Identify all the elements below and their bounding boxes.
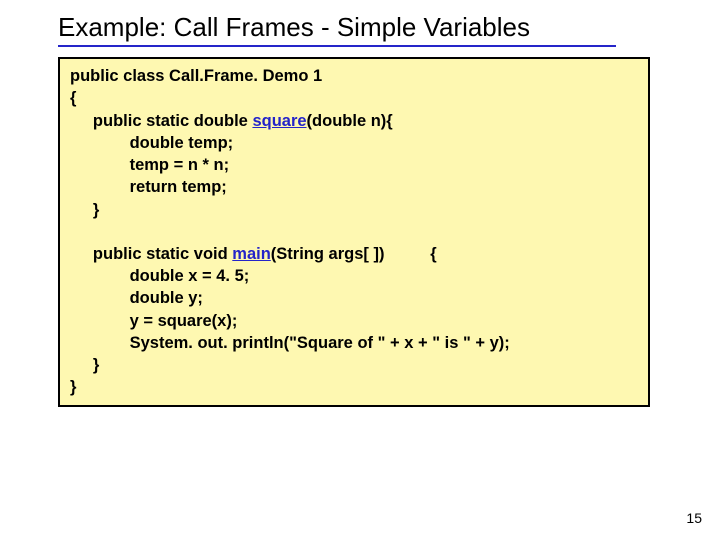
code-line: public static double square(double n){	[70, 110, 638, 132]
code-line: }	[70, 354, 638, 376]
code-line: public class Call.Frame. Demo 1	[70, 65, 638, 87]
code-line: double x = 4. 5;	[70, 265, 638, 287]
blank-line	[70, 221, 638, 243]
method-square: square	[252, 112, 306, 130]
code-line: {	[70, 87, 638, 109]
method-main: main	[232, 245, 271, 263]
code-line: double temp;	[70, 132, 638, 154]
code-box: public class Call.Frame. Demo 1 { public…	[58, 57, 650, 407]
slide: Example: Call Frames - Simple Variables …	[0, 0, 720, 540]
code-line: double y;	[70, 287, 638, 309]
page-number: 15	[686, 510, 702, 526]
code-line: return temp;	[70, 176, 638, 198]
slide-title: Example: Call Frames - Simple Variables	[0, 0, 720, 45]
code-line: }	[70, 376, 638, 398]
code-line: y = square(x);	[70, 310, 638, 332]
code-line: System. out. println("Square of " + x + …	[70, 332, 638, 354]
code-line: public static void main(String args[ ]) …	[70, 243, 638, 265]
title-underline	[58, 45, 616, 47]
code-line: }	[70, 199, 638, 221]
code-line: temp = n * n;	[70, 154, 638, 176]
